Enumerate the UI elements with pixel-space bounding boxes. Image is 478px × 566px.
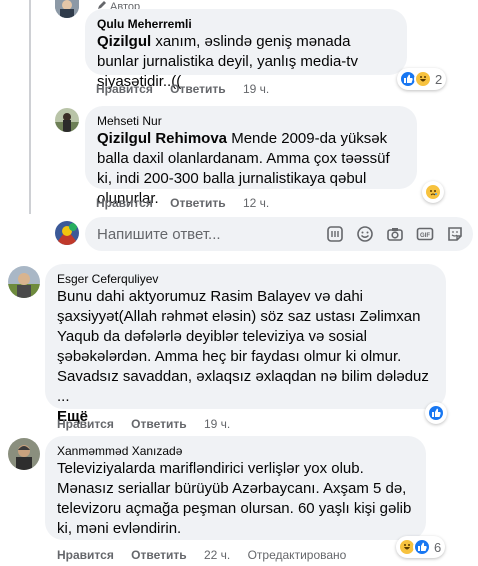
reaction-summary[interactable] bbox=[425, 402, 447, 424]
reply-button[interactable]: Ответить bbox=[170, 196, 225, 210]
like-button[interactable]: Нравится bbox=[57, 548, 114, 562]
reaction-summary[interactable] bbox=[422, 181, 444, 203]
camera-icon[interactable] bbox=[385, 224, 405, 244]
svg-text:GIF: GIF bbox=[420, 233, 430, 239]
current-user-avatar[interactable] bbox=[55, 221, 79, 245]
reply-button[interactable]: Ответить bbox=[131, 417, 186, 431]
reply-input[interactable] bbox=[97, 225, 277, 243]
reaction-count: 6 bbox=[434, 539, 442, 555]
gif-icon[interactable]: GIF bbox=[415, 224, 435, 244]
composer-tools: GIF bbox=[325, 224, 465, 244]
comment-actions: Нравится Ответить 22 ч. Отредактировано bbox=[57, 548, 360, 562]
avatar[interactable] bbox=[8, 438, 40, 470]
like-button[interactable]: Нравится bbox=[96, 82, 153, 96]
sticker-icon[interactable] bbox=[325, 224, 345, 244]
haha-icon bbox=[414, 70, 432, 88]
comment-text: Televiziyalarda marifləndirici verlişlər… bbox=[57, 460, 412, 537]
avatar[interactable] bbox=[55, 0, 79, 18]
comment-bubble: Mehseti Nur Qizilgul Rehimova Mende 2009… bbox=[85, 106, 417, 207]
reply-composer[interactable]: GIF bbox=[85, 217, 473, 251]
comment-actions: Нравится Ответить 19 ч. bbox=[96, 82, 283, 96]
comment-actions: Нравится Ответить 19 ч. bbox=[57, 417, 244, 431]
comment-bubble: Xanməmməd Xanızadə Televiziyalarda marif… bbox=[45, 436, 426, 540]
edited-label[interactable]: Отредактировано bbox=[248, 548, 347, 562]
comment-bubble: Qulu Meherremli Qizilgul xanım, əslində … bbox=[85, 9, 407, 90]
avatar[interactable] bbox=[8, 266, 40, 298]
sticker-pack-icon[interactable] bbox=[445, 224, 465, 244]
reaction-summary[interactable]: 2 bbox=[397, 68, 447, 90]
thread-line bbox=[29, 0, 31, 214]
comment-author[interactable]: Esger Ceferquliyev bbox=[57, 271, 434, 287]
reaction-summary[interactable]: 6 bbox=[396, 536, 446, 558]
reaction-count: 2 bbox=[435, 71, 443, 87]
avatar[interactable] bbox=[55, 108, 79, 132]
like-icon bbox=[413, 538, 431, 556]
timestamp[interactable]: 12 ч. bbox=[243, 196, 269, 210]
timestamp[interactable]: 19 ч. bbox=[243, 82, 269, 96]
comment-text: Bunu dahi aktyorumuz Rasim Balayev və da… bbox=[57, 288, 429, 405]
comment-author[interactable]: Xanməmməd Xanızadə bbox=[57, 443, 414, 459]
like-icon bbox=[427, 404, 445, 422]
reply-button[interactable]: Ответить bbox=[170, 82, 225, 96]
like-button[interactable]: Нравится bbox=[96, 196, 153, 210]
emoji-icon[interactable] bbox=[355, 224, 375, 244]
reply-button[interactable]: Ответить bbox=[131, 548, 186, 562]
comment-bubble: Esger Ceferquliyev Bunu dahi aktyorumuz … bbox=[45, 264, 446, 425]
like-button[interactable]: Нравится bbox=[57, 417, 114, 431]
comment-actions: Нравится Ответить 12 ч. bbox=[96, 196, 283, 210]
mention-link[interactable]: Qizilgul Rehimova bbox=[97, 130, 227, 147]
comment-author[interactable]: Qulu Meherremli bbox=[97, 16, 395, 32]
timestamp[interactable]: 22 ч. bbox=[204, 548, 230, 562]
timestamp[interactable]: 19 ч. bbox=[204, 417, 230, 431]
mention-link[interactable]: Qizilgul bbox=[97, 33, 151, 50]
comment-author[interactable]: Mehseti Nur bbox=[97, 113, 405, 129]
sad-icon bbox=[424, 183, 442, 201]
